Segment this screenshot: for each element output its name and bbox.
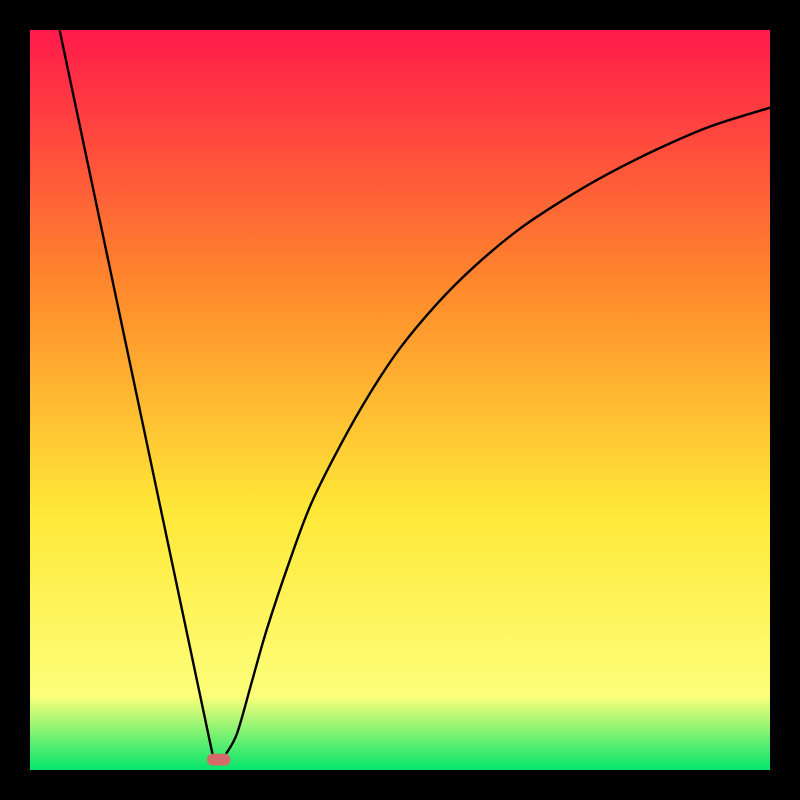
watermark-text: TheBottleneck.com — [598, 4, 790, 30]
chart-svg — [30, 30, 770, 770]
chart-stage: TheBottleneck.com — [0, 0, 800, 800]
chart-plot-area — [30, 30, 770, 770]
gradient-background — [30, 30, 770, 770]
min-marker — [207, 754, 231, 766]
